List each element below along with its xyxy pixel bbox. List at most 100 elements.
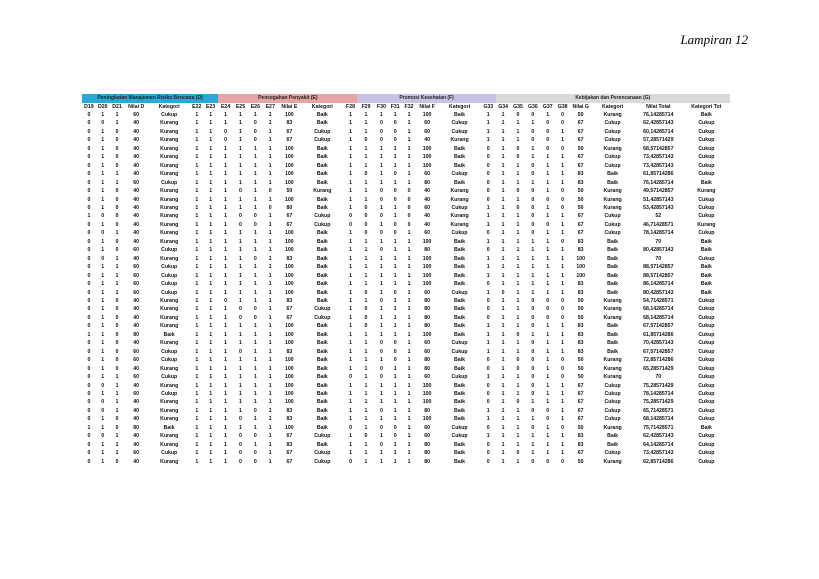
table-cell: 1 xyxy=(379,281,383,288)
table-cell: 1 xyxy=(531,179,535,186)
table-cell: 0 xyxy=(253,458,257,465)
table-cell: Cukup xyxy=(161,272,178,279)
table-cell: 67,57142857 xyxy=(643,323,674,330)
table-cell: 1 xyxy=(101,424,105,431)
table-cell: 1 xyxy=(393,416,397,423)
table-cell: 1 xyxy=(561,323,565,330)
table-cell: 1 xyxy=(224,348,228,355)
table-cell: 1 xyxy=(364,120,368,127)
table-row: 0 1 1 60 Cukup 1 1 1 1 1 1 100 Baik 0 1 0 1 1 60 Cukup 1 1 1 0 1… xyxy=(82,373,730,381)
table-cell: 1 xyxy=(516,407,520,414)
table-cell: 0 xyxy=(531,297,535,304)
table-cell: 0 xyxy=(486,390,490,397)
table-cell: Baik xyxy=(316,145,328,152)
table-cell: Baik xyxy=(454,382,466,389)
table-cell: 83 xyxy=(577,433,584,440)
table-cell: 0 xyxy=(486,230,490,237)
table-row: 0 1 0 40 Kurang 1 1 1 1 1 0 80 Baik 1 0 1 1 0 60 Cukup 1 1 0 0 1… xyxy=(82,204,730,212)
table-cell: 80 xyxy=(424,365,430,372)
column-header: G35 xyxy=(513,104,523,110)
table-cell: 1 xyxy=(379,416,383,423)
table-cell: 1 xyxy=(349,272,352,279)
table-row: 0 1 0 40 Kurang 1 1 1 1 1 1 100 Baik 1 1 1 1 1 100 Baik 0 1 1 0… xyxy=(82,162,730,170)
table-row: 0 1 0 40 Kurang 1 1 1 1 1 1 100 Baik 1 1 1 1 1 100 Baik 1 1 1 1… xyxy=(82,238,730,246)
table-cell: 40 xyxy=(133,196,140,203)
table-cell: Cukup xyxy=(604,450,621,457)
table-cell: 1 xyxy=(101,450,105,457)
table-cell: 40 xyxy=(133,204,140,211)
table-cell: 1 xyxy=(516,230,520,237)
table-cell: 78,14285714 xyxy=(643,230,674,237)
table-cell: 0 xyxy=(224,137,228,144)
table-cell: 50 xyxy=(577,357,584,364)
column-header: Nilai F xyxy=(419,104,435,110)
table-cell: 1 xyxy=(268,306,272,313)
table-cell: Baik xyxy=(454,272,466,279)
table-cell: 1 xyxy=(268,433,272,440)
table-cell: 1 xyxy=(239,390,242,397)
table-cell: 1 xyxy=(561,331,565,338)
table-cell: 1 xyxy=(195,281,199,288)
table-cell: 1 xyxy=(531,416,535,423)
table-cell: 0 xyxy=(561,306,565,313)
table-cell: 1 xyxy=(239,154,242,161)
table-cell: 1 xyxy=(268,450,272,457)
table-cell: 1 xyxy=(101,323,105,330)
table-cell: Baik xyxy=(454,441,466,448)
table-cell: 40 xyxy=(133,441,140,448)
table-cell: 1 xyxy=(349,281,352,288)
table-cell: 1 xyxy=(209,213,213,220)
table-cell: 1 xyxy=(239,264,242,271)
table-cell: 0 xyxy=(546,137,550,144)
table-cell: 1 xyxy=(239,179,242,186)
table-cell: Kurang xyxy=(160,399,179,406)
table-cell: 1 xyxy=(516,264,520,271)
table-cell: Baik xyxy=(454,162,466,169)
table-cell: 1 xyxy=(364,365,368,372)
table-cell: 1 xyxy=(349,357,352,364)
table-cell: 1 xyxy=(101,297,105,304)
table-cell: 1 xyxy=(239,323,242,330)
table-cell: Kurang xyxy=(160,221,179,228)
table-cell: Baik xyxy=(454,399,466,406)
table-cell: 1 xyxy=(101,357,105,364)
table-cell: 1 xyxy=(393,255,397,262)
table-cell: 0 xyxy=(546,306,550,313)
table-cell: 0 xyxy=(87,357,91,364)
table-cell: 1 xyxy=(546,188,550,195)
table-cell: 1 xyxy=(209,171,213,178)
table-cell: Cukup xyxy=(698,450,715,457)
table-cell: Cukup xyxy=(698,137,715,144)
table-cell: 0 xyxy=(115,314,119,321)
table-cell: Kurang xyxy=(697,188,716,195)
table-cell: 0 xyxy=(115,213,119,220)
table-cell: 0 xyxy=(268,188,272,195)
table-cell: 1 xyxy=(224,188,228,195)
table-cell: 1 xyxy=(561,221,565,228)
table-cell: 0 xyxy=(101,230,105,237)
table-cell: 73,42857143 xyxy=(643,154,674,161)
table-cell: 1 xyxy=(101,348,105,355)
table-cell: 1 xyxy=(364,399,368,406)
table-cell: 1 xyxy=(379,154,383,161)
table-cell: 1 xyxy=(379,458,383,465)
table-cell: 0 xyxy=(87,145,91,152)
table-cell: 1 xyxy=(486,112,490,118)
table-cell: Cukup xyxy=(161,112,178,118)
table-cell: 0 xyxy=(349,221,352,228)
table-cell: 100 xyxy=(285,162,294,169)
table-cell: 1 xyxy=(546,450,550,457)
table-cell: 0 xyxy=(561,424,565,431)
table-cell: 1 xyxy=(101,145,105,152)
table-cell: 60 xyxy=(133,390,140,397)
table-cell: 1 xyxy=(209,416,213,423)
table-cell: 40 xyxy=(133,297,140,304)
table-cell: 1 xyxy=(224,196,228,203)
table-cell: 60 xyxy=(424,230,430,237)
table-row: 0 1 1 40 Kurang 1 1 1 1 1 1 100 Baik 1 0 1 0 1 60 Cukup 0 1 1 0… xyxy=(82,170,730,178)
table-cell: 0 xyxy=(407,188,411,195)
table-cell: 0 xyxy=(239,433,242,440)
table-cell: 1 xyxy=(209,120,213,127)
table-cell: 1 xyxy=(253,247,257,254)
table-cell: 1 xyxy=(364,145,368,152)
